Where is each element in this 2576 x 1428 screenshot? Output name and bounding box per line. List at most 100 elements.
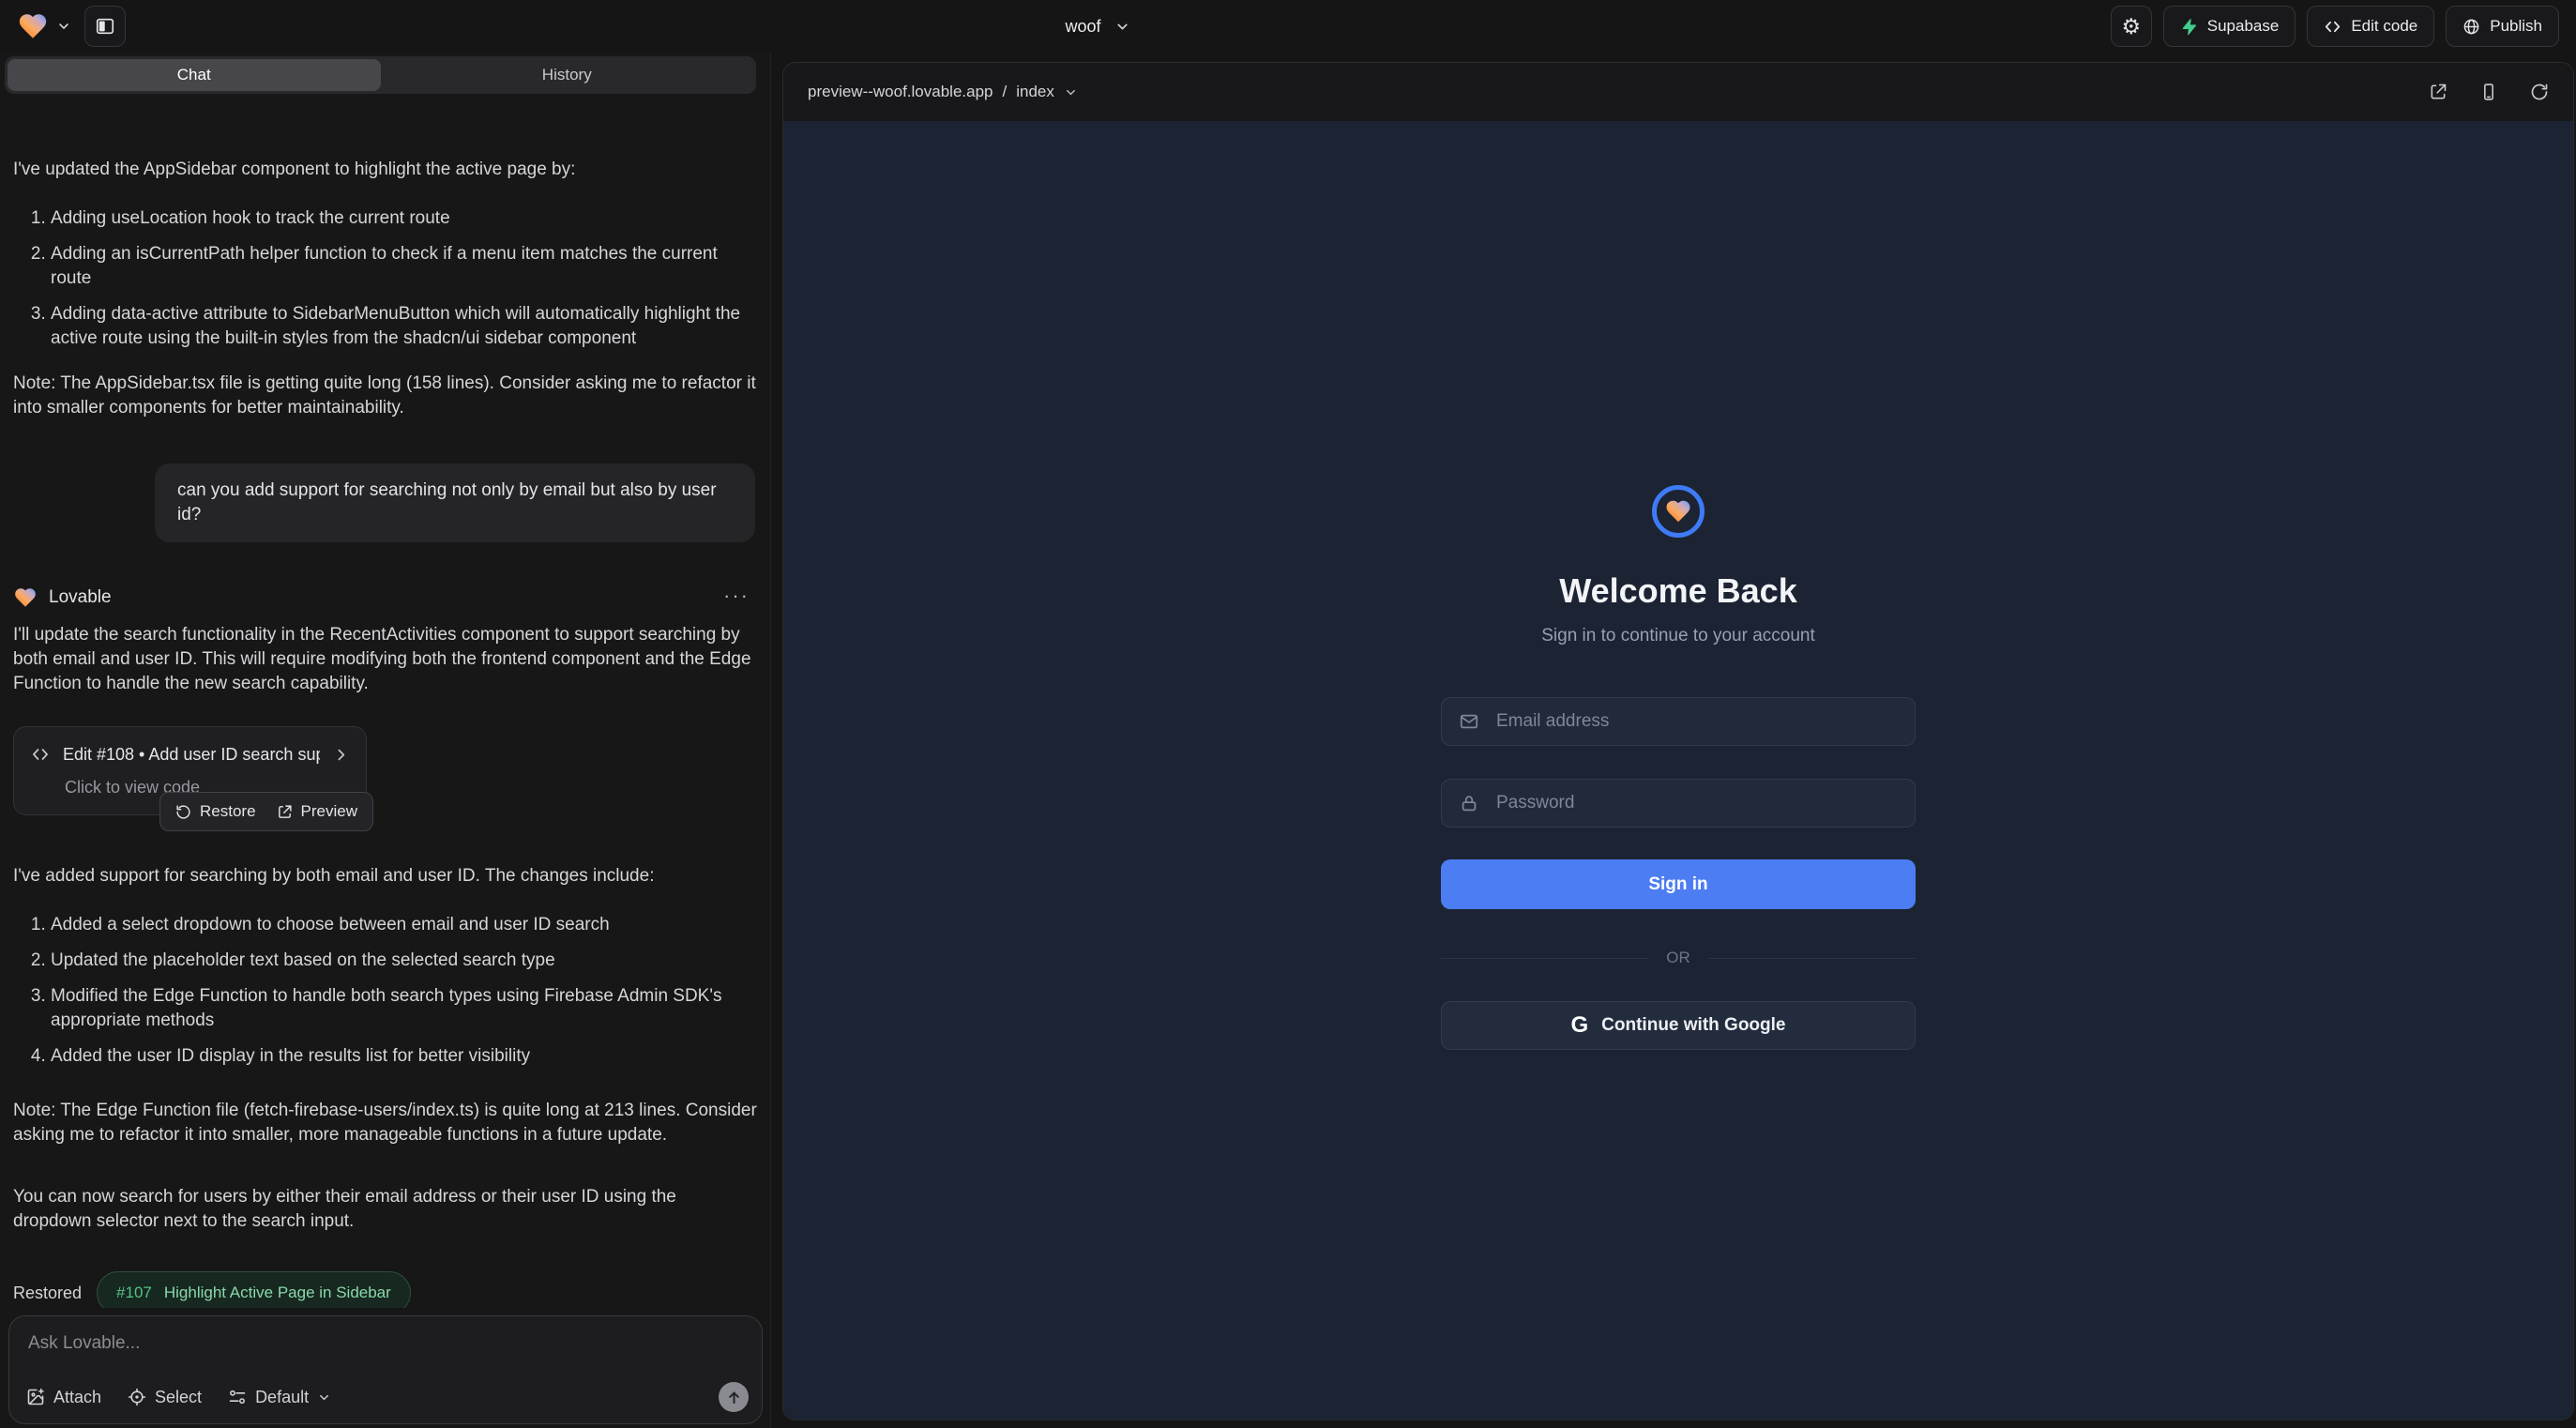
list-item: Updated the placeholder text based on th… [51, 949, 757, 973]
attach-label: Attach [53, 1388, 101, 1407]
tab-history[interactable]: History [381, 59, 754, 91]
select-label: Select [155, 1388, 202, 1407]
version-title: Highlight Active Page in Sidebar [164, 1281, 391, 1305]
list-item: Adding data-active attribute to SidebarM… [51, 302, 757, 351]
assistant-header: Lovable ··· [13, 585, 757, 610]
restore-icon [175, 804, 191, 820]
mail-icon [1459, 711, 1479, 732]
preview-domain[interactable]: preview--woof.lovable.app [808, 83, 993, 101]
divider-line [1707, 958, 1916, 959]
restore-button[interactable]: Restore [175, 799, 256, 824]
image-plus-icon [26, 1388, 45, 1406]
chat-composer: Attach Select Default [8, 1315, 763, 1424]
attach-button[interactable]: Attach [26, 1388, 101, 1407]
list-item: Adding useLocation hook to track the cur… [51, 206, 757, 231]
publish-button[interactable]: Publish [2446, 6, 2559, 47]
preview-url-bar: preview--woof.lovable.app / index [783, 63, 2573, 121]
user-message-bubble: can you add support for searching not on… [155, 463, 755, 542]
restored-label: Restored [13, 1281, 82, 1305]
preview-pane: preview--woof.lovable.app / index W [782, 62, 2574, 1420]
refresh-button[interactable] [2530, 83, 2549, 101]
message-options-icon[interactable]: ··· [723, 584, 750, 608]
preview-page[interactable]: index [1016, 83, 1054, 101]
top-bar: woof ⚙ Supabase Edit code Publish [0, 0, 2576, 53]
list-item: Adding an isCurrentPath helper function … [51, 242, 757, 291]
auth-card: Welcome Back Sign in to continue to your… [1441, 121, 1916, 1050]
supabase-button[interactable]: Supabase [2163, 6, 2296, 47]
app-logo [1652, 485, 1705, 538]
chevron-down-icon [1114, 19, 1130, 35]
google-sign-in-button[interactable]: G Continue with Google [1441, 1001, 1916, 1050]
sliders-icon [228, 1388, 247, 1406]
restore-label: Restore [200, 799, 256, 824]
project-switcher[interactable]: woof [1013, 0, 1182, 53]
globe-icon [2462, 18, 2480, 36]
assistant-message-list: Adding useLocation hook to track the cur… [13, 206, 757, 351]
auth-subtitle: Sign in to continue to your account [1541, 626, 1815, 646]
chevron-right-icon [333, 747, 349, 763]
mobile-view-button[interactable] [2479, 83, 2498, 101]
divider-line [1441, 958, 1649, 959]
password-field[interactable] [1441, 779, 1916, 828]
list-item: Modified the Edge Function to handle bot… [51, 984, 757, 1033]
user-message-text: can you add support for searching not on… [177, 480, 717, 524]
assistant-message-note: Note: The AppSidebar.tsx file is getting… [13, 372, 757, 420]
version-number: #107 [116, 1281, 152, 1305]
project-name: woof [1065, 17, 1100, 37]
assistant-message-text: I've updated the AppSidebar component to… [13, 158, 757, 182]
chevron-down-icon [1064, 85, 1078, 99]
google-icon: G [1571, 1014, 1589, 1037]
lovable-heart-icon [17, 10, 49, 42]
assistant-message-note: Note: The Edge Function file (fetch-fire… [13, 1099, 757, 1147]
restored-version-badge[interactable]: #107 Highlight Active Page in Sidebar [97, 1271, 411, 1308]
edit-code-label: Edit code [2351, 17, 2417, 36]
code-icon [31, 745, 50, 764]
preview-button[interactable]: Preview [277, 799, 357, 824]
supabase-label: Supabase [2207, 17, 2280, 36]
target-icon [128, 1388, 146, 1406]
or-label: OR [1666, 949, 1690, 967]
chat-history-tabs: Chat History [5, 56, 756, 94]
sign-in-button[interactable]: Sign in [1441, 859, 1916, 909]
list-item: Added a select dropdown to choose betwee… [51, 913, 757, 937]
mode-selector[interactable]: Default [228, 1388, 331, 1407]
email-field[interactable] [1441, 697, 1916, 746]
gear-icon: ⚙ [2121, 16, 2141, 38]
url-separator: / [1003, 83, 1008, 101]
lovable-heart-icon [13, 585, 38, 610]
chat-panel: Chat History I've updated the AppSidebar… [0, 53, 771, 1428]
publish-label: Publish [2490, 17, 2542, 36]
app-preview: Welcome Back Sign in to continue to your… [783, 121, 2573, 1420]
settings-button[interactable]: ⚙ [2111, 6, 2152, 47]
edit-card-actions: Restore Preview [159, 792, 373, 831]
lock-icon [1459, 793, 1479, 813]
assistant-message-text: You can now search for users by either t… [13, 1185, 757, 1234]
preview-label: Preview [301, 799, 357, 824]
assistant-message-text: I'll update the search functionality in … [13, 623, 757, 696]
google-label: Continue with Google [1601, 1015, 1785, 1036]
chat-input[interactable] [26, 1331, 745, 1369]
auth-title: Welcome Back [1559, 571, 1796, 611]
edit-code-button[interactable]: Edit code [2307, 6, 2434, 47]
supabase-bolt-icon [2180, 18, 2198, 36]
assistant-name: Lovable [49, 585, 112, 610]
assistant-message-text: I've added support for searching by both… [13, 864, 757, 889]
mode-label: Default [255, 1388, 309, 1407]
code-icon [2324, 18, 2341, 36]
external-link-icon [277, 804, 293, 820]
select-button[interactable]: Select [128, 1388, 202, 1407]
open-in-new-tab-button[interactable] [2429, 83, 2447, 101]
tab-chat[interactable]: Chat [8, 59, 381, 91]
restored-row: Restored #107 Highlight Active Page in S… [13, 1271, 757, 1308]
assistant-message-list: Added a select dropdown to choose betwee… [13, 913, 757, 1069]
toggle-sidebar-button[interactable] [84, 6, 126, 47]
edit-code-card[interactable]: Edit #108 • Add user ID search supp... C… [13, 726, 367, 815]
chevron-down-icon [317, 1390, 331, 1405]
list-item: Added the user ID display in the results… [51, 1044, 757, 1069]
send-button[interactable] [719, 1382, 749, 1412]
heart-icon [1664, 497, 1692, 525]
or-divider: OR [1441, 949, 1916, 967]
chat-messages: I've updated the AppSidebar component to… [0, 146, 770, 1308]
lovable-logo-menu[interactable] [17, 10, 71, 42]
edit-card-title: Edit #108 • Add user ID search supp... [63, 742, 320, 767]
